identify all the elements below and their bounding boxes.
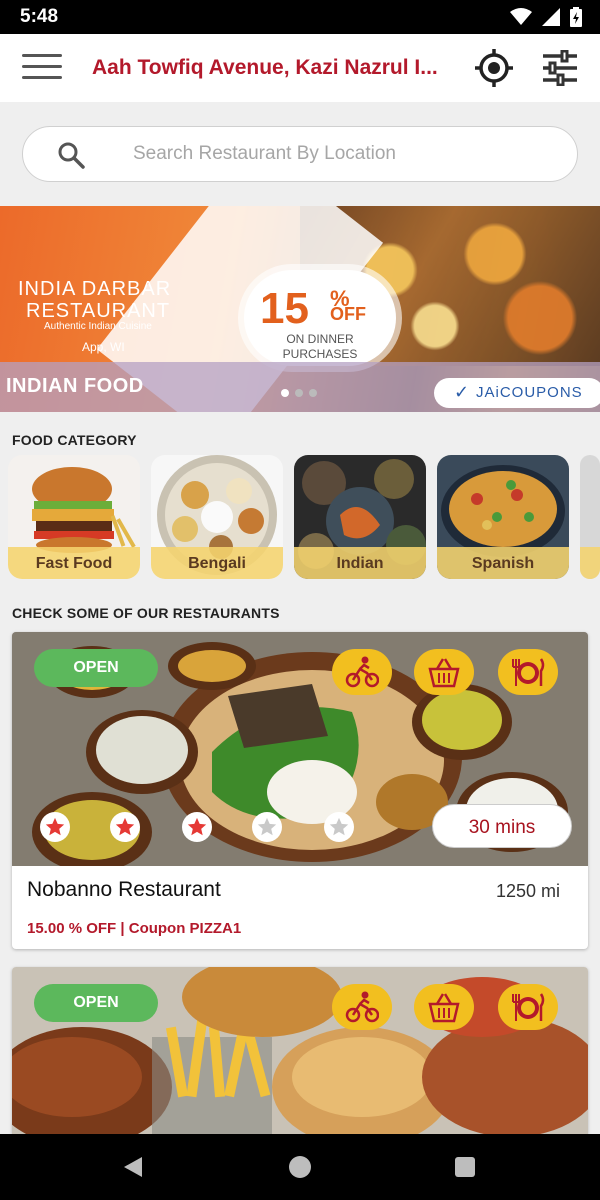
- discount-line1: ON DINNER: [286, 332, 354, 346]
- battery-icon: [570, 7, 582, 27]
- brand-logo: ✓ JAiCOUPONS: [434, 378, 600, 408]
- carousel-dot[interactable]: [281, 389, 289, 397]
- restaurant-distance: 1250 mi: [495, 881, 560, 901]
- carousel-dot[interactable]: [295, 389, 303, 397]
- discount-off: OFF: [330, 304, 366, 324]
- dine-in-icon[interactable]: [498, 984, 558, 1030]
- dine-in-icon[interactable]: [498, 649, 558, 695]
- filter-sliders-icon[interactable]: [540, 50, 580, 86]
- banner-caption: INDIAN FOOD: [6, 375, 144, 397]
- banner-place: App, WI: [82, 340, 125, 354]
- restaurants-title: CHECK SOME OF OUR RESTAURANTS: [12, 605, 280, 621]
- category-label: Fast Food: [35, 555, 113, 572]
- open-status-badge: OPEN: [34, 649, 158, 687]
- current-location-title[interactable]: Aah Towfiq Avenue, Kazi Nazrul I...: [92, 56, 462, 80]
- open-status-badge: OPEN: [34, 984, 158, 1022]
- basket-takeaway-icon[interactable]: [414, 984, 474, 1030]
- banner-restaurant-name-line1: INDIA DARBAR: [18, 278, 172, 300]
- rating-star-empty: [252, 812, 282, 842]
- search-bar: [22, 126, 578, 182]
- carousel-dot[interactable]: [309, 389, 317, 397]
- carousel-indicator: [281, 389, 317, 397]
- status-icons: [510, 7, 582, 27]
- food-category-title: FOOD CATEGORY: [12, 432, 137, 448]
- status-time: 5:48: [20, 6, 59, 27]
- recent-apps-icon[interactable]: [455, 1157, 475, 1177]
- wifi-icon: [510, 8, 532, 25]
- banner-caption-bar: INDIAN FOOD ✓ JAiCOUPONS: [0, 362, 600, 412]
- category-card-indian[interactable]: Indian: [294, 455, 426, 579]
- discount-badge: 15 % OFF ON DINNER PURCHASES: [244, 270, 396, 366]
- category-card-partial[interactable]: [580, 455, 600, 579]
- discount-line2: PURCHASES: [282, 347, 358, 361]
- basket-takeaway-icon[interactable]: [414, 649, 474, 695]
- search-input[interactable]: [133, 137, 553, 171]
- back-icon[interactable]: [122, 1156, 144, 1178]
- delivery-time-badge: 30 mins: [432, 804, 572, 848]
- search-icon[interactable]: [57, 141, 85, 169]
- brand-text: JAiCOUPONS: [476, 384, 583, 401]
- restaurant-name[interactable]: Nobanno Restaurant: [27, 878, 221, 902]
- status-bar: 5:48: [0, 0, 600, 34]
- rating-star-empty: [324, 812, 354, 842]
- my-location-icon[interactable]: [474, 48, 514, 88]
- app-bar: Aah Towfiq Avenue, Kazi Nazrul I...: [0, 34, 600, 102]
- restaurant-offer: 15.00 % OFF | Coupon PIZZA1: [27, 920, 242, 937]
- discount-value: 15: [260, 284, 309, 333]
- brand-mark-icon: ✓: [454, 382, 470, 402]
- signal-icon: [542, 8, 560, 26]
- rating-star-filled: [110, 812, 140, 842]
- delivery-bike-icon[interactable]: [332, 984, 392, 1030]
- delivery-bike-icon[interactable]: [332, 649, 392, 695]
- restaurant-card[interactable]: OPEN 30 mins Nobanno Restaurant 1250 mi …: [12, 632, 588, 949]
- category-label: Bengali: [188, 555, 246, 572]
- category-card-spanish[interactable]: Spanish: [437, 455, 569, 579]
- home-icon[interactable]: [289, 1156, 311, 1178]
- promo-banner[interactable]: INDIA DARBAR RESTAURANT Authentic Indian…: [0, 206, 600, 412]
- category-card-bengali[interactable]: Bengali: [151, 455, 283, 579]
- category-label: Spanish: [471, 555, 535, 572]
- category-label: Indian: [336, 555, 384, 572]
- hamburger-menu-icon[interactable]: [22, 54, 62, 82]
- category-card-fast-food[interactable]: Fast Food: [8, 455, 140, 579]
- banner-restaurant-name-line2: RESTAURANT: [26, 300, 171, 322]
- restaurant-card[interactable]: OPEN: [12, 967, 588, 1134]
- rating-star-filled: [182, 812, 212, 842]
- system-navigation-bar: [0, 1134, 600, 1200]
- banner-cuisine: Authentic Indian Cuisine: [44, 321, 152, 332]
- rating-star-filled: [40, 812, 70, 842]
